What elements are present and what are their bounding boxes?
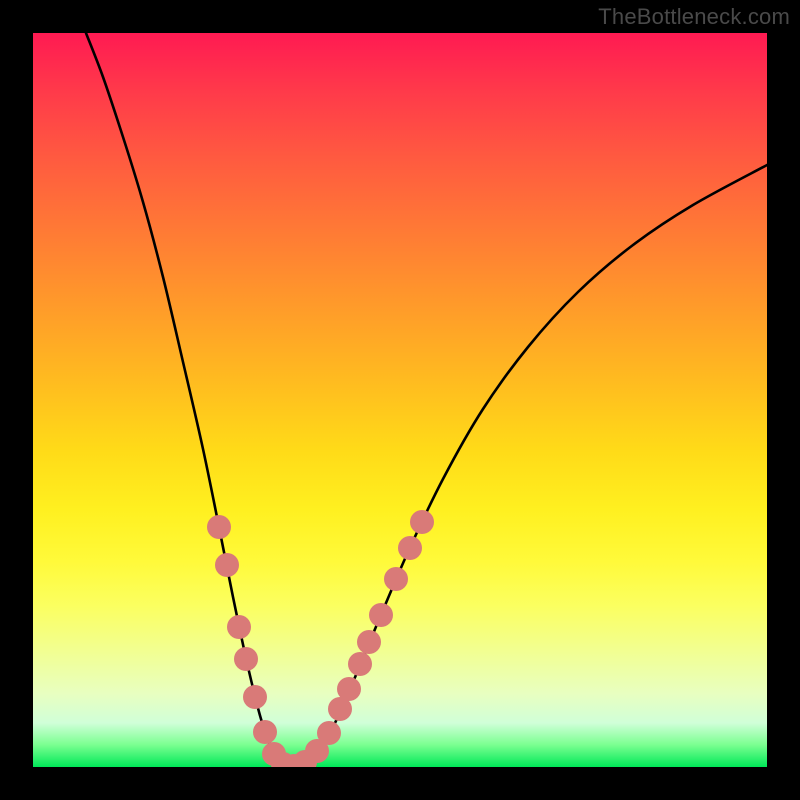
marker-dot xyxy=(398,536,422,560)
bottleneck-curve xyxy=(86,33,767,767)
marker-dot xyxy=(337,677,361,701)
marker-dot xyxy=(384,567,408,591)
marker-dot xyxy=(234,647,258,671)
marker-dot xyxy=(348,652,372,676)
marker-dot xyxy=(369,603,393,627)
curve-overlay xyxy=(33,33,767,767)
marker-dot xyxy=(215,553,239,577)
curve-markers xyxy=(207,510,434,767)
marker-dot xyxy=(243,685,267,709)
marker-dot xyxy=(317,721,341,745)
marker-dot xyxy=(253,720,277,744)
marker-dot xyxy=(207,515,231,539)
watermark-text: TheBottleneck.com xyxy=(598,4,790,30)
chart-container: TheBottleneck.com xyxy=(0,0,800,800)
marker-dot xyxy=(410,510,434,534)
marker-dot xyxy=(227,615,251,639)
plot-area xyxy=(33,33,767,767)
marker-dot xyxy=(357,630,381,654)
